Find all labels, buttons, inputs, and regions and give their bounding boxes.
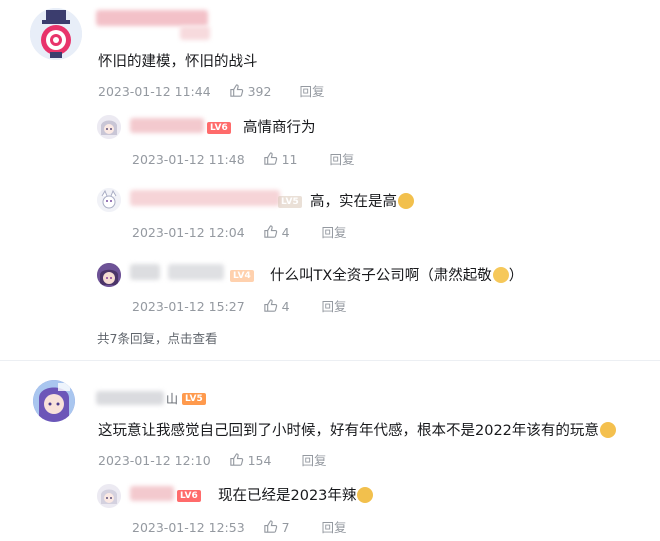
smile-emoji-icon: [492, 267, 509, 283]
reply-date: 2023-01-12 12:04: [132, 225, 245, 240]
comment-date: 2023-01-12 12:10: [98, 453, 211, 468]
username-tail: 山: [166, 392, 179, 406]
reply-meta: 2023-01-12 12:04 4 回复: [132, 224, 347, 241]
like-button[interactable]: 4: [263, 299, 294, 314]
reply-username-blurred[interactable]: [130, 264, 160, 280]
thread-divider: [0, 360, 660, 361]
reply-text: 高，实在是高: [310, 192, 414, 212]
comment-meta: 2023-01-12 11:44 392 回复: [98, 83, 324, 100]
view-more-replies: 共7条回复，点击查看: [97, 328, 217, 347]
like-count: 392: [247, 84, 272, 99]
reply-date: 2023-01-12 12:53: [132, 520, 245, 535]
username-blurred[interactable]: [96, 391, 164, 405]
reply-text: 什么叫TX全资子公司啊（肃然起敬）: [270, 267, 524, 284]
reply-username-blurred[interactable]: [130, 486, 174, 501]
level-badge: LV6: [177, 490, 201, 502]
level-badge: LV6: [207, 122, 231, 134]
reply-username-blurred[interactable]: [130, 118, 204, 133]
reply-text: 现在已经是2023年辣: [218, 486, 374, 506]
reply-avatar[interactable]: [97, 484, 121, 508]
like-count: 154: [247, 453, 272, 468]
comment-date: 2023-01-12 11:44: [98, 84, 211, 99]
reply-avatar[interactable]: [97, 188, 121, 212]
like-button[interactable]: 154: [229, 453, 276, 468]
username-blurred: [180, 26, 210, 40]
reply-meta: 2023-01-12 15:27 4 回复: [132, 298, 347, 315]
view-more-link[interactable]: 点击查看: [167, 331, 217, 346]
thumbs-up-icon: [263, 520, 277, 533]
level-badge: LV5: [278, 196, 302, 208]
like-button[interactable]: 4: [263, 225, 294, 240]
thumbs-up-icon: [263, 152, 277, 165]
reply-button[interactable]: 回复: [301, 453, 326, 468]
comment-text: 怀旧的建模，怀旧的战斗: [98, 54, 258, 70]
reply-button[interactable]: 回复: [299, 84, 324, 99]
thumbs-up-icon: [263, 225, 277, 238]
thumbs-up-icon: [229, 84, 243, 97]
reply-username-blurred[interactable]: [130, 190, 280, 206]
reply-date: 2023-01-12 15:27: [132, 299, 245, 314]
reply-meta: 2023-01-12 11:48 11 回复: [132, 151, 355, 168]
comment-text: 这玩意让我感觉自己回到了小时候，好有年代感，根本不是2022年该有的玩意: [98, 421, 616, 441]
reply-button[interactable]: 回复: [330, 152, 355, 167]
reply-avatar[interactable]: [97, 263, 121, 287]
reply-meta: 2023-01-12 12:53 7 回复: [132, 519, 347, 536]
reply-button[interactable]: 回复: [322, 225, 347, 240]
level-badge: LV4: [230, 270, 254, 282]
avatar[interactable]: [33, 380, 75, 422]
thumbs-up-icon: [229, 453, 243, 466]
like-button[interactable]: 11: [263, 152, 302, 167]
doge-emoji-icon: [398, 193, 414, 209]
thumbs-up-icon: [263, 299, 277, 312]
comment-meta: 2023-01-12 12:10 154 回复: [98, 452, 326, 469]
reply-username-blurred: [168, 264, 224, 280]
level-badge: LV5: [182, 393, 206, 405]
reply-button[interactable]: 回复: [322, 520, 347, 535]
like-count: 7: [281, 520, 290, 535]
like-count: 4: [281, 225, 290, 240]
username-blurred[interactable]: [96, 10, 208, 26]
like-count: 11: [281, 152, 298, 167]
like-button[interactable]: 7: [263, 520, 294, 535]
reply-avatar[interactable]: [97, 115, 121, 139]
reply-text: 高情商行为: [243, 120, 316, 136]
like-count: 4: [281, 299, 290, 314]
reply-date: 2023-01-12 11:48: [132, 152, 245, 167]
doge-emoji-icon: [357, 487, 374, 503]
avatar[interactable]: [30, 8, 82, 60]
reply-count-text: 共7条回复，: [97, 331, 168, 346]
laugh-emoji-icon: [599, 422, 616, 438]
reply-button[interactable]: 回复: [322, 299, 347, 314]
like-button[interactable]: 392: [229, 84, 276, 99]
